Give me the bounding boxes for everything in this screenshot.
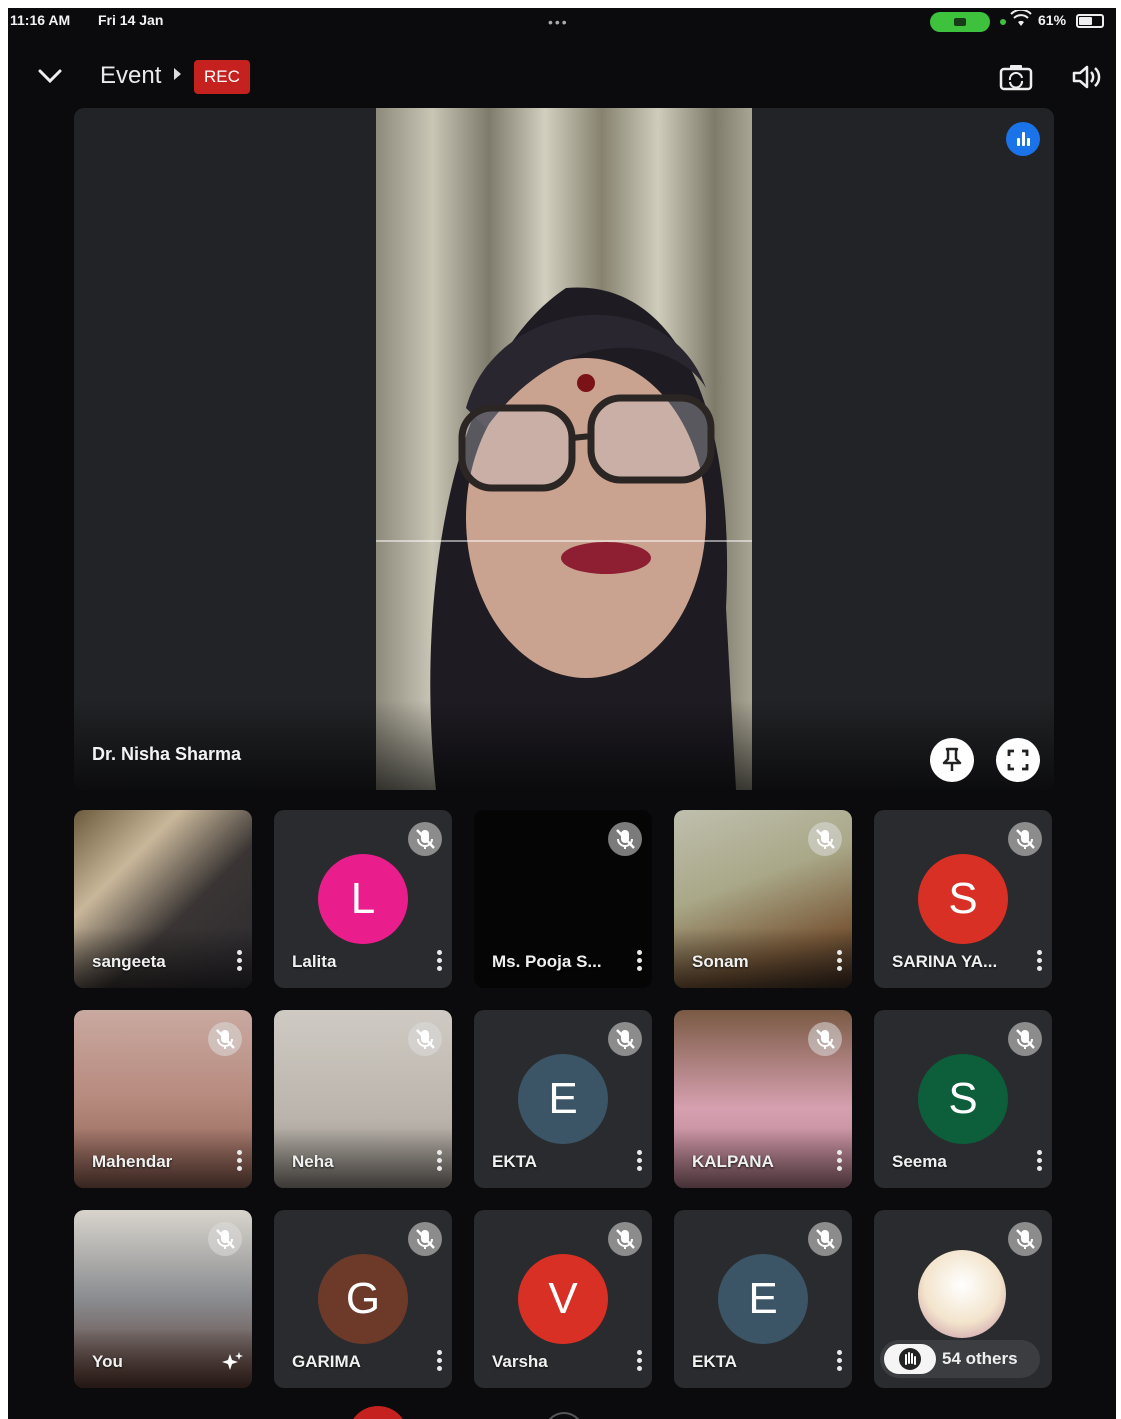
more-options-icon[interactable] bbox=[636, 950, 642, 974]
mic-off-icon bbox=[808, 822, 842, 856]
mic-off-icon bbox=[208, 1222, 242, 1256]
avatar: S bbox=[918, 854, 1008, 944]
more-options-icon[interactable] bbox=[236, 950, 242, 974]
participant-name: Varsha bbox=[492, 1352, 548, 1371]
pin-button[interactable] bbox=[930, 738, 974, 782]
participant-name: Mahendar bbox=[92, 1152, 173, 1171]
mic-off-icon bbox=[408, 822, 442, 856]
mic-off-icon bbox=[408, 1222, 442, 1256]
participant-tile[interactable]: L Lalita bbox=[274, 810, 452, 988]
meeting-top-bar: Event REC bbox=[8, 48, 1116, 100]
speaking-indicator-icon bbox=[1006, 122, 1040, 156]
mic-off-icon bbox=[608, 1222, 642, 1256]
participant-tile[interactable]: KALPANA bbox=[674, 1010, 852, 1188]
others-tile[interactable]: 54 others bbox=[874, 1210, 1052, 1388]
participant-name: You bbox=[92, 1352, 123, 1371]
more-options-icon[interactable] bbox=[636, 1150, 642, 1174]
participant-tile[interactable]: Mahendar bbox=[74, 1010, 252, 1188]
expand-arrow-icon[interactable] bbox=[174, 68, 181, 80]
fullscreen-button[interactable] bbox=[996, 738, 1040, 782]
mic-off-icon bbox=[808, 1022, 842, 1056]
meeting-title[interactable]: Event bbox=[100, 62, 161, 90]
participant-tile[interactable]: Ms. Pooja S... bbox=[474, 810, 652, 988]
participant-name: EKTA bbox=[492, 1152, 538, 1171]
leave-call-button[interactable] bbox=[348, 1406, 408, 1419]
mic-off-icon bbox=[608, 822, 642, 856]
privacy-dot-icon bbox=[1000, 19, 1006, 25]
participant-tile[interactable]: S Seema bbox=[874, 1010, 1052, 1188]
more-options-icon[interactable] bbox=[1036, 1150, 1042, 1174]
more-options-icon[interactable] bbox=[436, 1150, 442, 1174]
mic-off-icon bbox=[1008, 1022, 1042, 1056]
participant-name: GARIMA bbox=[292, 1352, 361, 1371]
more-options-icon[interactable] bbox=[636, 1350, 642, 1374]
more-options-icon[interactable] bbox=[836, 1150, 842, 1174]
wifi-icon bbox=[1010, 8, 1032, 32]
status-bar: 11:16 AM Fri 14 Jan ••• 61% bbox=[8, 8, 1116, 36]
control-button[interactable] bbox=[544, 1412, 584, 1419]
participant-name: sangeeta bbox=[92, 952, 166, 971]
main-speaker-tile[interactable]: Dr. Nisha Sharma bbox=[74, 108, 1054, 790]
participant-tile[interactable]: Sonam bbox=[674, 810, 852, 988]
participant-tile[interactable]: You bbox=[74, 1210, 252, 1388]
more-options-icon[interactable] bbox=[236, 1150, 242, 1174]
participant-tile[interactable]: E EKTA bbox=[474, 1010, 652, 1188]
camera-in-use-icon bbox=[930, 12, 990, 32]
avatar: V bbox=[518, 1254, 608, 1344]
mic-off-icon bbox=[808, 1222, 842, 1256]
participant-tile[interactable]: sangeeta bbox=[74, 810, 252, 988]
avatar bbox=[918, 1250, 1006, 1338]
others-count-pill[interactable]: 54 others bbox=[880, 1340, 1040, 1378]
participant-tile[interactable]: G GARIMA bbox=[274, 1210, 452, 1388]
avatar: L bbox=[318, 854, 408, 944]
participant-name: Ms. Pooja S... bbox=[492, 952, 602, 971]
speaker-icon[interactable] bbox=[1070, 62, 1102, 92]
status-time: 11:16 AM bbox=[10, 12, 71, 28]
avatar: G bbox=[318, 1254, 408, 1344]
multitask-dots-icon[interactable]: ••• bbox=[548, 14, 569, 30]
status-date: Fri 14 Jan bbox=[98, 12, 164, 28]
others-count-label: 54 others bbox=[942, 1349, 1018, 1368]
battery-icon bbox=[1076, 14, 1104, 28]
participant-tile[interactable]: S SARINA YA... bbox=[874, 810, 1052, 988]
avatar: E bbox=[518, 1054, 608, 1144]
participant-name: Sonam bbox=[692, 952, 749, 971]
mic-off-icon bbox=[1008, 822, 1042, 856]
battery-percent: 61% bbox=[1038, 12, 1067, 28]
raise-hand-icon[interactable] bbox=[884, 1344, 936, 1374]
speaker-video bbox=[376, 108, 752, 790]
participant-name: EKTA bbox=[692, 1352, 738, 1371]
participant-tile[interactable]: V Varsha bbox=[474, 1210, 652, 1388]
participant-tile[interactable]: E EKTA bbox=[674, 1210, 852, 1388]
participant-name: KALPANA bbox=[692, 1152, 774, 1171]
pin-icon bbox=[942, 747, 962, 771]
mic-off-icon bbox=[408, 1022, 442, 1056]
more-options-icon[interactable] bbox=[836, 1350, 842, 1374]
avatar: S bbox=[918, 1054, 1008, 1144]
participant-name: SARINA YA... bbox=[892, 952, 998, 971]
effects-sparkle-icon[interactable] bbox=[220, 1350, 244, 1374]
mic-off-icon bbox=[608, 1022, 642, 1056]
more-options-icon[interactable] bbox=[436, 950, 442, 974]
mic-off-icon bbox=[1008, 1222, 1042, 1256]
avatar: E bbox=[718, 1254, 808, 1344]
fullscreen-icon bbox=[1007, 749, 1029, 771]
more-options-icon[interactable] bbox=[836, 950, 842, 974]
participant-name: Neha bbox=[292, 1152, 334, 1171]
more-options-icon[interactable] bbox=[1036, 950, 1042, 974]
meeting-screen: 11:16 AM Fri 14 Jan ••• 61% Event REC Dr… bbox=[8, 8, 1116, 1419]
participant-name: Seema bbox=[892, 1152, 947, 1171]
participant-tile[interactable]: Neha bbox=[274, 1010, 452, 1188]
mic-off-icon bbox=[208, 1022, 242, 1056]
recording-badge: REC bbox=[194, 60, 250, 94]
participant-name: Lalita bbox=[292, 952, 337, 971]
more-options-icon[interactable] bbox=[436, 1350, 442, 1374]
speaker-name: Dr. Nisha Sharma bbox=[92, 744, 242, 764]
switch-camera-icon[interactable] bbox=[998, 62, 1034, 92]
chevron-down-icon[interactable] bbox=[36, 64, 64, 88]
